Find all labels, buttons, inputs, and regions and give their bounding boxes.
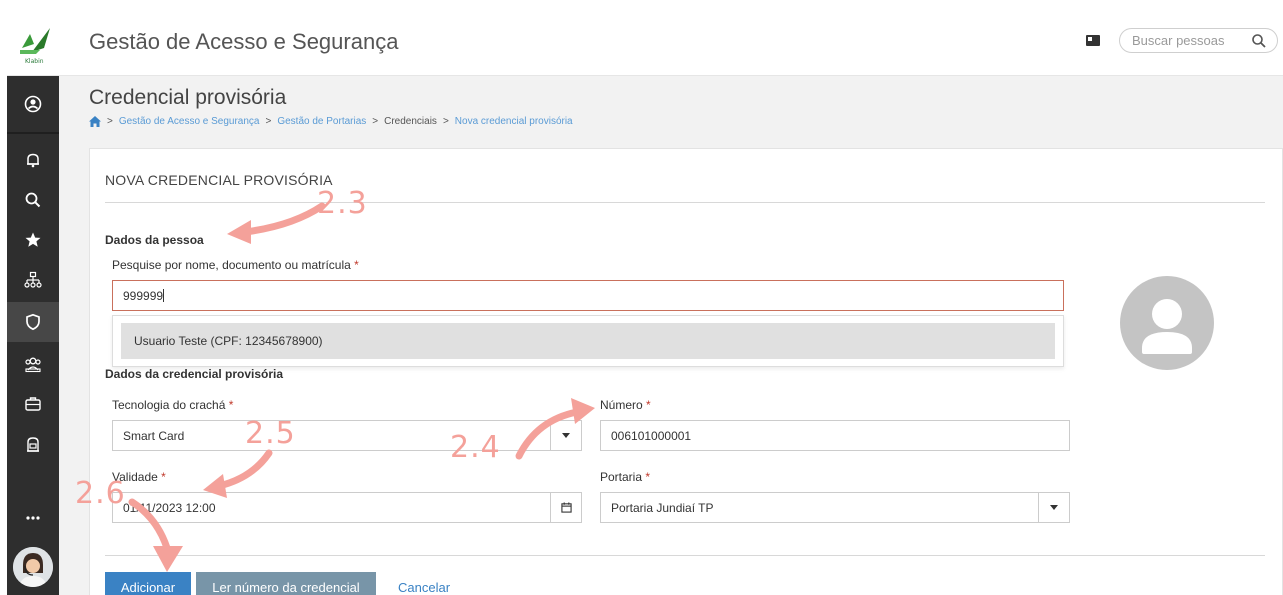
cancel-link[interactable]: Cancelar xyxy=(398,580,450,595)
search-icon xyxy=(25,192,41,208)
sidebar-item-profile[interactable] xyxy=(7,84,59,124)
sidebar-item-more[interactable] xyxy=(7,498,59,538)
breadcrumb-link-gestao-portarias[interactable]: Gestão de Portarias xyxy=(277,116,366,127)
section-person-title: Dados da pessoa xyxy=(105,233,204,247)
sidebar-divider xyxy=(7,132,59,134)
person-suggestions: Usuario Teste (CPF: 12345678900) xyxy=(112,315,1064,367)
required-mark: * xyxy=(228,398,234,412)
user-circle-icon xyxy=(24,95,42,113)
sidebar-item-org-chart[interactable] xyxy=(7,260,59,300)
title-divider xyxy=(105,202,1265,203)
app-window: Klabin Gestão de Acesso e Segurança Busc… xyxy=(7,8,1283,595)
search-person-label-text: Pesquise por nome, documento ou matrícul… xyxy=(112,258,351,272)
star-icon xyxy=(25,232,41,247)
more-icon xyxy=(26,516,40,520)
required-mark: * xyxy=(354,258,359,272)
annotation-2-3: 2.3 xyxy=(317,186,368,221)
sidebar xyxy=(7,76,59,595)
validade-value: 01/11/2023 12:00 xyxy=(123,501,216,515)
user-avatar[interactable] xyxy=(13,547,53,587)
add-button[interactable]: Adicionar xyxy=(105,572,191,595)
sidebar-item-briefcase[interactable] xyxy=(7,384,59,424)
logo-text: Klabin xyxy=(25,58,44,65)
breadcrumb-separator: > xyxy=(107,116,113,127)
app-title: Gestão de Acesso e Segurança xyxy=(89,29,399,54)
sidebar-item-backpack[interactable] xyxy=(7,424,59,464)
people-search-input[interactable] xyxy=(1132,32,1242,49)
breadcrumb-current: Nova credencial provisória xyxy=(454,116,573,127)
tech-select[interactable]: Smart Card xyxy=(112,420,582,451)
annotation-2-4: 2.4 xyxy=(450,430,501,465)
suggestion-item[interactable]: Usuario Teste (CPF: 12345678900) xyxy=(121,323,1055,359)
form-card: NOVA CREDENCIAL PROVISÓRIA Dados da pess… xyxy=(89,148,1283,595)
required-mark: * xyxy=(645,470,651,484)
chevron-down-icon xyxy=(562,433,570,438)
breadcrumb-link-gestao-acesso[interactable]: Gestão de Acesso e Segurança xyxy=(119,116,260,127)
briefcase-icon xyxy=(25,397,41,411)
tech-label: Tecnologia do crachá * xyxy=(112,398,233,412)
calendar-button[interactable] xyxy=(550,493,581,522)
calendar-icon xyxy=(560,502,572,513)
home-icon[interactable] xyxy=(89,116,101,127)
annotation-2-5: 2.5 xyxy=(245,416,296,451)
sidebar-item-visitors[interactable] xyxy=(7,344,59,384)
user-avatar-image xyxy=(13,547,53,587)
tech-select-value: Smart Card xyxy=(123,429,185,443)
backpack-icon xyxy=(27,437,39,452)
sidebar-item-security[interactable] xyxy=(7,302,59,342)
search-person-label: Pesquise por nome, documento ou matrícul… xyxy=(112,258,359,272)
person-search-field[interactable]: 999999 xyxy=(112,280,1064,311)
text-cursor xyxy=(163,289,165,302)
sidebar-item-search[interactable] xyxy=(7,180,59,220)
sidebar-item-favorites[interactable] xyxy=(7,220,59,260)
chevron-down-icon xyxy=(1050,505,1058,510)
portaria-label-text: Portaria xyxy=(600,470,643,484)
shield-icon xyxy=(26,313,40,331)
validade-field[interactable]: 01/11/2023 12:00 xyxy=(112,492,582,523)
portaria-select-toggle[interactable] xyxy=(1038,493,1069,522)
bell-icon xyxy=(27,153,39,168)
top-bar: Klabin Gestão de Acesso e Segurança xyxy=(7,8,1283,76)
numero-label: Número * xyxy=(600,398,651,412)
numero-field[interactable]: 006101000001 xyxy=(600,420,1070,451)
breadcrumb-link-credenciais[interactable]: Credenciais xyxy=(384,116,437,127)
tech-select-toggle[interactable] xyxy=(550,421,581,450)
actions-divider xyxy=(105,555,1265,556)
section-credential-title: Dados da credencial provisória xyxy=(105,367,284,381)
sidebar-item-notifications[interactable] xyxy=(7,140,59,180)
portaria-select-value: Portaria Jundiaí TP xyxy=(611,501,714,515)
tech-label-text: Tecnologia do crachá xyxy=(112,398,226,412)
numero-value: 006101000001 xyxy=(611,429,692,443)
klabin-logo[interactable] xyxy=(16,22,56,62)
read-credential-button[interactable]: Ler número da credencial xyxy=(196,572,376,595)
annotation-2-6: 2.6 xyxy=(75,476,126,511)
person-photo-placeholder xyxy=(1120,276,1214,370)
required-mark: * xyxy=(161,470,166,484)
sitemap-icon xyxy=(24,271,42,288)
portaria-select[interactable]: Portaria Jundiaí TP xyxy=(600,492,1070,523)
id-card-icon[interactable] xyxy=(1086,35,1100,46)
numero-label-text: Número xyxy=(600,398,643,412)
group-icon xyxy=(25,357,41,373)
breadcrumb: > Gestão de Acesso e Segurança > Gestão … xyxy=(89,116,573,127)
portaria-label: Portaria * xyxy=(600,470,650,484)
breadcrumb-separator: > xyxy=(442,116,449,127)
person-search-value: 999999 xyxy=(123,289,164,303)
card-title: NOVA CREDENCIAL PROVISÓRIA xyxy=(105,172,333,188)
page-title: Credencial provisória xyxy=(89,86,287,109)
search-icon[interactable] xyxy=(1251,33,1267,49)
people-search[interactable] xyxy=(1119,28,1278,53)
breadcrumb-separator: > xyxy=(265,116,272,127)
user-silhouette-icon xyxy=(1142,299,1192,354)
breadcrumb-separator: > xyxy=(372,116,379,127)
required-mark: * xyxy=(646,398,651,412)
